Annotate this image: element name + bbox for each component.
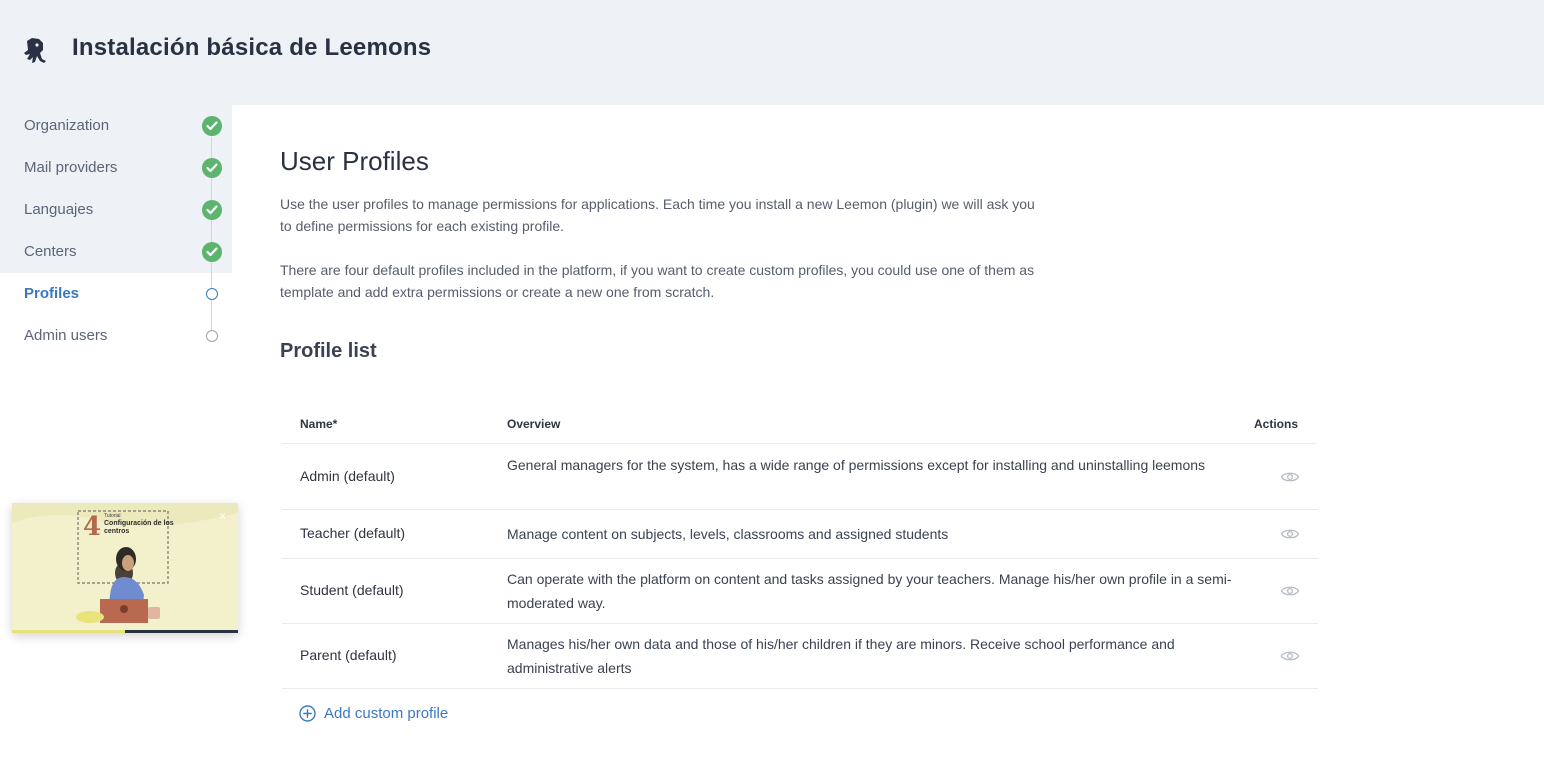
profile-overview: Manages his/her own data and those of hi…	[507, 636, 1175, 676]
sidebar-item-organization[interactable]: Organization	[0, 105, 232, 147]
check-circle-icon	[202, 158, 222, 178]
profile-name: Student (default)	[300, 582, 404, 598]
sidebar-item-centers[interactable]: Centers	[0, 231, 232, 273]
section-title: Profile list	[280, 340, 377, 362]
check-circle-icon	[202, 200, 222, 220]
column-header-name: Name*	[300, 417, 338, 431]
table-row: Teacher (default) Manage content on subj…	[282, 510, 1318, 559]
octopus-logo-icon	[24, 38, 46, 63]
table-row: Parent (default) Manages his/her own dat…	[282, 624, 1318, 689]
app-title: Instalación básica de Leemons	[72, 34, 432, 61]
column-header-actions: Actions	[1254, 417, 1299, 431]
profile-overview: General managers for the system, has a w…	[507, 457, 1206, 473]
video-progress-bar[interactable]	[12, 630, 238, 633]
video-small-label: Tutorial	[104, 513, 121, 519]
description-paragraph: There are four default profiles included…	[280, 262, 1035, 300]
sidebar-item-label: Centers	[24, 243, 77, 260]
sidebar-item-mail-providers[interactable]: Mail providers	[0, 147, 232, 189]
sidebar-item-label: Languajes	[24, 201, 94, 218]
eye-icon[interactable]	[1280, 649, 1300, 663]
table-row: Admin (default) General managers for the…	[282, 445, 1318, 510]
add-custom-profile-button[interactable]: Add custom profile	[299, 702, 448, 724]
check-circle-icon	[202, 242, 222, 262]
add-custom-profile-label: Add custom profile	[324, 704, 449, 722]
step-circle-icon	[206, 288, 218, 300]
close-icon[interactable]: ×	[219, 509, 226, 523]
sidebar-item-label: Organization	[24, 117, 110, 134]
column-header-overview: Overview	[507, 417, 561, 431]
eye-icon[interactable]	[1280, 527, 1300, 541]
sidebar-item-admin-users[interactable]: Admin users	[0, 315, 232, 357]
sidebar-item-label: Mail providers	[24, 159, 118, 176]
page-title: User Profiles	[280, 146, 429, 176]
table-header: Name* Overview Actions	[282, 412, 1316, 444]
profile-name: Teacher (default)	[300, 525, 406, 541]
video-title: Configuración de los centros	[104, 520, 174, 535]
video-step-number: 4	[83, 512, 102, 542]
description-paragraph: Use the user profiles to manage permissi…	[280, 196, 1035, 234]
profile-overview: Can operate with the platform on content…	[507, 571, 1232, 611]
check-circle-icon	[202, 116, 222, 136]
profile-name: Parent (default)	[300, 647, 397, 663]
sidebar-item-languajes[interactable]: Languajes	[0, 189, 232, 231]
sidebar-item-label: Profiles	[24, 285, 80, 302]
eye-icon[interactable]	[1280, 470, 1300, 484]
sidebar-item-label: Admin users	[24, 327, 108, 344]
tutorial-video-player[interactable]: 4 Tutorial Configuración de los centros …	[12, 503, 238, 633]
eye-icon[interactable]	[1280, 584, 1300, 598]
profile-overview: Manage content on subjects, levels, clas…	[507, 526, 949, 542]
video-progress-fill	[12, 630, 125, 633]
top-header: Instalación básica de Leemons	[0, 0, 1544, 105]
sidebar-item-profiles[interactable]: Profiles	[0, 273, 232, 315]
table-row: Student (default) Can operate with the p…	[282, 559, 1318, 624]
step-circle-icon	[206, 330, 218, 342]
plus-circle-icon	[299, 704, 316, 722]
profile-name: Admin (default)	[300, 468, 395, 484]
